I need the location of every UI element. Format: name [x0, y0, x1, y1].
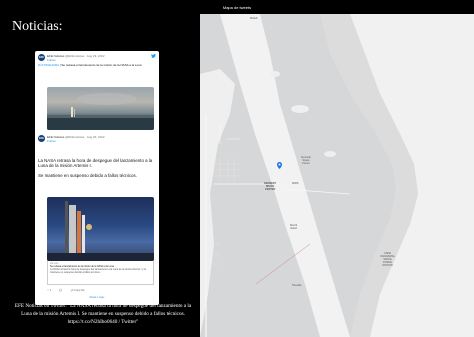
map-label-kennedy-right: Kennedy Space Center	[301, 156, 311, 165]
artemis-photo[interactable]	[47, 197, 154, 261]
top-bar: Mapa de tweets	[0, 0, 474, 14]
tweet-text: La NASA retrasa la hora de despegue del …	[38, 158, 153, 178]
tweet-embed[interactable]: EFE EFE Noticias @EFEnoticias · Aug 29, …	[35, 51, 159, 305]
map-canvas	[200, 14, 474, 337]
avatar[interactable]: EFE	[38, 54, 45, 61]
map-pin-icon[interactable]	[277, 162, 282, 169]
artemis-rocket-image	[47, 201, 154, 261]
reply-button[interactable]: 💬	[59, 289, 62, 292]
avatar[interactable]: EFE	[38, 135, 45, 142]
tweet-meta: EFE Noticias @EFEnoticias · Aug 29, 2022…	[47, 54, 105, 62]
tweet-actions: ♡ 1 💬 🔗 Copy link	[47, 289, 85, 292]
tweet-header: EFE EFE Noticias @EFEnoticias · Aug 29, …	[38, 54, 105, 62]
follow-link[interactable]: Follow	[47, 58, 56, 62]
map-label-top: MILES	[250, 17, 258, 20]
copy-link-button[interactable]: 🔗 Copy link	[70, 289, 84, 292]
top-bar-title: Mapa de tweets	[222, 4, 252, 10]
map-label-cape: CAPE CANAVERAL SPACE FORCE STATION	[380, 252, 395, 267]
section-heading: Noticias:	[12, 19, 63, 34]
map-label-mims: MIMS	[292, 182, 299, 185]
news-panel: Noticias: EFE EFE Noticias @EFEnoticias …	[0, 14, 200, 337]
tweet-caption: EFE Noticias on Twitter: "La NASA retras…	[14, 303, 192, 325]
account-handle[interactable]: @EFEnoticias · Aug 29, 2022	[65, 135, 104, 139]
map-view[interactable]: MILES KENNEDY SPACE CENTER Kennedy Space…	[200, 14, 474, 337]
follow-link[interactable]: Follow	[47, 139, 56, 143]
rocket-pad-image	[47, 93, 154, 130]
link-preview[interactable]: efe.com Se retrasa el lanzamiento de la …	[47, 261, 154, 285]
tweet-text: #ÚLTIMAHORA | Se retrasa el lanzamiento …	[38, 63, 142, 67]
account-handle[interactable]: @EFEnoticias · Aug 29, 2022	[65, 54, 104, 58]
map-label-kennedy: KENNEDY SPACE CENTER	[264, 182, 277, 191]
tweet-meta: EFE Noticias @EFEnoticias · Aug 29, 2022…	[47, 135, 105, 143]
preview-description: La NASA retrasó la hora de despegue del …	[50, 268, 146, 274]
hashtag-link[interactable]: #ÚLTIMAHORA	[38, 63, 59, 67]
map-label-titusville: Titusville	[292, 284, 302, 287]
read-replies-link[interactable]: Read 1 reply	[35, 296, 159, 299]
launch-photo[interactable]	[47, 87, 154, 130]
twitter-bird-icon[interactable]	[151, 54, 156, 58]
tweet-header: EFE EFE Noticias @EFEnoticias · Aug 29, …	[38, 135, 105, 143]
like-button[interactable]: ♡ 1	[47, 289, 51, 292]
map-label-merritt: Merritt Island	[290, 224, 298, 230]
